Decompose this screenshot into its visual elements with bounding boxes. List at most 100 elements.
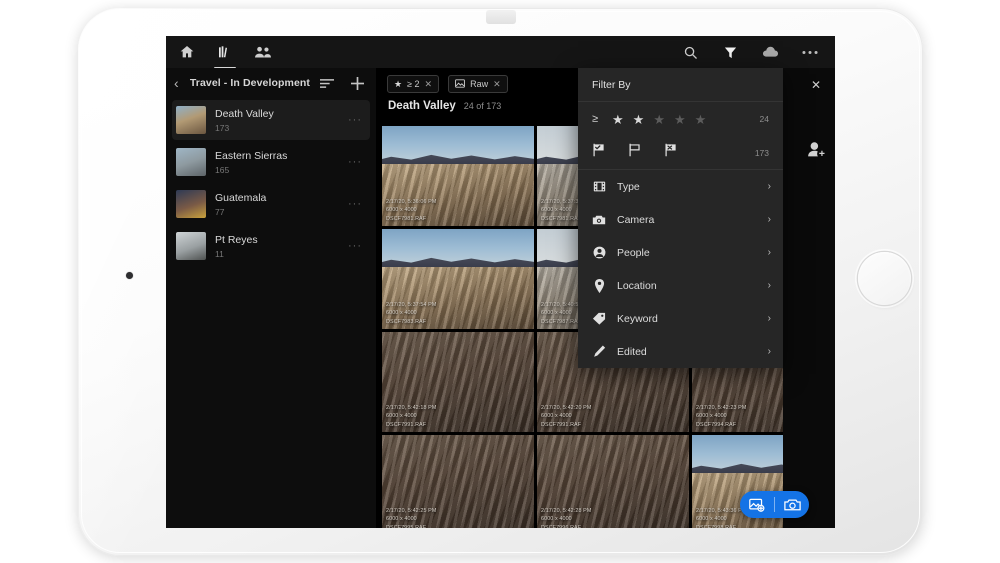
photo-filename: DSCF7994.RAF [696, 421, 737, 428]
flag-unflagged-icon[interactable] [628, 143, 642, 162]
album-overflow-icon[interactable]: ··· [348, 156, 362, 168]
album-item[interactable]: Eastern Sierras 165 ··· [172, 142, 370, 182]
album-thumbnail [176, 148, 206, 176]
photo-thumbnail[interactable]: 2/17/20, 5:37:54 PM 6000 x 4000 DSCF7983.R… [382, 229, 534, 329]
photo-metadata: 2/17/20, 5:42:28 PM 6000 x 4000 DSCF7996.R… [541, 508, 591, 528]
photo-metadata: 2/17/20, 5:42:25 PM 6000 x 4000 DSCF7995.R… [386, 508, 436, 528]
photo-metadata: 2/17/20, 5:37:33 6000 x 4000 DSCF7981.RAF [541, 199, 582, 223]
people-icon[interactable] [254, 43, 272, 61]
photo-dimensions: 6000 x 4000 [386, 413, 417, 420]
photo-timestamp: 2/17/20, 5:37:54 PM [386, 302, 437, 309]
photo-thumbnail[interactable]: 2/17/20, 5:42:25 PM 6000 x 4000 DSCF7995.R… [382, 435, 534, 528]
album-name: Death Valley [215, 107, 274, 120]
flag-picked-icon[interactable] [592, 143, 606, 162]
library-icon[interactable] [214, 43, 236, 69]
rating-star-4[interactable]: ★ [674, 113, 686, 126]
chevron-right-icon: › [767, 280, 771, 291]
cloud-icon[interactable] [761, 43, 779, 61]
speaker-grille [486, 10, 516, 24]
sort-icon[interactable] [318, 74, 336, 92]
filter-row-location[interactable]: Location › [578, 269, 783, 302]
device-screen: ‹ Travel - In Development Death Valley 1… [166, 36, 835, 528]
back-button[interactable]: ‹ [174, 76, 182, 90]
grid-count: 24 of 173 [463, 101, 502, 111]
chip-raw-filter[interactable]: Raw ✕ [448, 75, 508, 93]
pin-icon [592, 278, 606, 293]
app-actions [681, 43, 835, 61]
filter-row-people[interactable]: People › [578, 236, 783, 269]
rating-star-1[interactable]: ★ [612, 113, 624, 126]
flag-rejected-icon[interactable] [664, 143, 678, 162]
chip-rating-remove[interactable]: ✕ [425, 79, 433, 90]
album-item[interactable]: Guatemala 77 ··· [172, 184, 370, 224]
person-icon [592, 246, 606, 259]
album-overflow-icon[interactable]: ··· [348, 240, 362, 252]
photo-dimensions: 6000 x 4000 [541, 207, 572, 214]
photo-metadata: 2/17/20, 5:36:06 PM 6000 x 4000 DSCF7981.R… [386, 199, 436, 223]
photo-timestamp: 2/17/20, 5:40:59 [541, 302, 582, 309]
album-name: Pt Reyes [215, 233, 258, 246]
photo-filename: DSCF7983.RAF [386, 318, 427, 325]
filter-row-label: Type [617, 180, 640, 193]
search-icon[interactable] [681, 43, 699, 61]
filter-row-camera[interactable]: Camera › [578, 203, 783, 236]
album-photo-count: 165 [215, 164, 230, 175]
chip-rating-filter[interactable]: ★ ≥ 2 ✕ [387, 75, 440, 93]
rating-stars[interactable]: ★ ★ ★ ★ ★ [612, 113, 706, 126]
overflow-dots-icon[interactable] [801, 43, 819, 61]
filter-row-edited[interactable]: Edited › [578, 335, 783, 368]
chip-raw-label: Raw [470, 79, 489, 89]
rating-count: 24 [759, 114, 769, 124]
sidebar-title: Travel - In Development [189, 77, 310, 89]
photo-timestamp: 2/17/20, 5:42:25 PM [386, 508, 437, 515]
albums-sidebar: ‹ Travel - In Development Death Valley 1… [166, 68, 376, 528]
filter-row-label: People [617, 246, 650, 259]
filter-row-type[interactable]: Type › [578, 170, 783, 203]
photo-dimensions: 6000 x 4000 [541, 413, 572, 420]
photo-dimensions: 6000 x 4000 [541, 310, 572, 317]
photo-dimensions: 6000 x 4000 [696, 516, 727, 523]
album-item[interactable]: Pt Reyes 11 ··· [172, 226, 370, 266]
photo-thumbnail[interactable]: 2/17/20, 5:36:06 PM 6000 x 4000 DSCF7981.R… [382, 126, 534, 226]
filter-rating-row[interactable]: ≥ ★ ★ ★ ★ ★ 24 [578, 102, 783, 136]
front-camera [126, 272, 133, 279]
app-toolbar [166, 36, 835, 69]
rating-star-2[interactable]: ★ [633, 113, 645, 126]
photo-thumbnail[interactable]: 2/17/20, 5:42:18 PM 6000 x 4000 DSCF7991.R… [382, 332, 534, 432]
rating-star-5[interactable]: ★ [695, 113, 707, 126]
album-overflow-icon[interactable]: ··· [348, 198, 362, 210]
sidebar-header-actions [318, 74, 366, 92]
plus-icon[interactable] [348, 74, 366, 92]
photo-filename: DSCF7991.RAF [386, 421, 427, 428]
photo-timestamp: 2/17/20, 5:43:36 PM [696, 508, 747, 515]
album-photo-count: 11 [215, 248, 224, 259]
close-icon[interactable]: ✕ [811, 78, 821, 92]
app-nav-icons [166, 43, 272, 69]
photo-filename: DSCF7998.RAF [696, 524, 737, 528]
home-button[interactable] [858, 252, 911, 305]
chip-raw-remove[interactable]: ✕ [493, 79, 501, 90]
photo-thumbnail[interactable]: 2/17/20, 5:42:28 PM 6000 x 4000 DSCF7996.R… [537, 435, 689, 528]
photo-filename: DSCF7987.RAF [541, 318, 582, 325]
rating-star-3[interactable]: ★ [653, 113, 665, 126]
photo-dimensions: 6000 x 4000 [541, 516, 572, 523]
filter-flags-row[interactable]: 173 [578, 136, 783, 170]
screenshot-root: ‹ Travel - In Development Death Valley 1… [0, 0, 1000, 563]
album-item[interactable]: Death Valley 173 ··· [172, 100, 370, 140]
filter-row-keyword[interactable]: Keyword › [578, 302, 783, 335]
photo-timestamp: 2/17/20, 5:42:20 PM [541, 405, 592, 412]
chevron-right-icon: › [767, 214, 771, 225]
album-overflow-icon[interactable]: ··· [348, 114, 362, 126]
album-thumbnail [176, 232, 206, 260]
add-photos-icon[interactable] [740, 491, 774, 518]
filter-category-rows: Type › Camera › People › Location › Keyword › Edit… [578, 170, 783, 368]
chevron-right-icon: › [767, 181, 771, 192]
photo-filename: DSCF7995.RAF [386, 524, 427, 528]
camera-capture-icon[interactable] [775, 491, 809, 518]
floating-action-bar [740, 491, 809, 518]
funnel-icon[interactable] [721, 43, 739, 61]
home-icon[interactable] [178, 43, 196, 61]
add-person-icon[interactable] [807, 140, 825, 163]
chevron-right-icon: › [767, 346, 771, 357]
flags-count: 173 [754, 147, 769, 158]
